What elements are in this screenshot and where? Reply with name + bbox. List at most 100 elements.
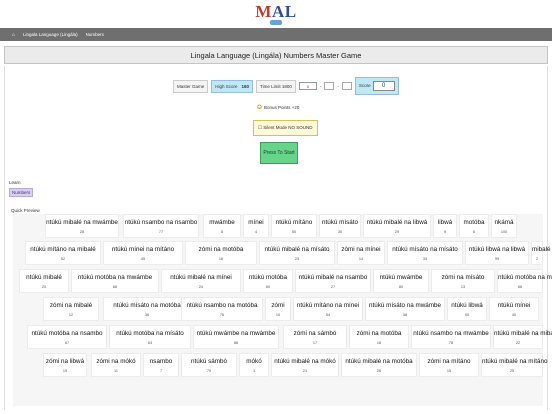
card-number: 24	[198, 285, 204, 289]
preview-card[interactable]: ntúkú mibalé na nsambo 27	[295, 269, 371, 293]
preview-card[interactable]: ntúkú mibalé na libwá 29	[363, 214, 431, 238]
card-word: ntúkú mibalé na nsambo	[298, 274, 368, 281]
minutes-input[interactable]	[324, 82, 335, 90]
card-word: ntúkú nsambo na motóba	[186, 302, 258, 309]
card-number: 80	[398, 285, 404, 289]
preview-card[interactable]: ntúkú mísáto 30	[319, 214, 361, 238]
card-number: 25	[509, 369, 515, 373]
preview-card[interactable]: nkámá 100	[491, 214, 517, 238]
preview-card[interactable]: ntúkú libwá 90	[447, 297, 487, 321]
page: MAL ⌂ Lingala Language (Lingála) Numbers…	[0, 0, 552, 414]
preview-card[interactable]: ntúkú mibalé na mínei 24	[161, 269, 241, 293]
preview-card[interactable]: ntúkú motóba na motóba 66	[497, 269, 552, 293]
preview-card[interactable]: zómi na mínei 14	[337, 241, 385, 265]
game-controls: Master Game High Score 160 Time Limit 180…	[173, 77, 399, 95]
card-number: 30	[337, 230, 343, 234]
bonus-label: Bonus Points +20	[264, 105, 300, 110]
card-number: 45	[140, 257, 146, 261]
preview-card[interactable]: zómi na sámbó 17	[283, 325, 347, 349]
preview-card[interactable]: ntúkú mibalé 20	[19, 269, 69, 293]
preview-card[interactable]: ntúkú mítáno na mínei 54	[293, 297, 363, 321]
preview-card[interactable]: mwámbe 8	[203, 214, 241, 238]
card-word: ntúkú libwá	[451, 302, 483, 309]
card-number: 40	[511, 313, 517, 317]
preview-card[interactable]: zómi na mítáno 15	[419, 353, 479, 377]
card-word: ntúkú motóba	[248, 274, 288, 281]
card-word: ntúkú sámbó	[190, 358, 228, 365]
preview-card[interactable]: ntúkú mísáto na mwámbe 38	[365, 297, 445, 321]
preview-card[interactable]: ntúkú mibalé na motóba 26	[341, 353, 417, 377]
preview-card[interactable]: ntúkú mítáno 50	[271, 214, 317, 238]
time-input[interactable]: 0	[298, 82, 317, 90]
preview-card[interactable]: ntúkú nsambo na motóba 76	[181, 297, 263, 321]
preview-card[interactable]: ntúkú mísáto na mísáto 33	[387, 241, 463, 265]
preview-card[interactable]: ntúkú mwámbe na mwámbe 88	[193, 325, 279, 349]
preview-card[interactable]: zómi na mísáto 13	[431, 269, 495, 293]
breadcrumb-item-numbers[interactable]: Numbers	[86, 32, 104, 37]
card-word: ntúkú motóba na motóba	[498, 274, 552, 281]
preview-card[interactable]: ntúkú nsambo na mwámbe 78	[411, 325, 491, 349]
logo-letter-m: M	[255, 2, 272, 21]
preview-card[interactable]: ntúkú mítáno na mibalé 52	[25, 241, 101, 265]
seconds-input[interactable]	[341, 82, 352, 90]
card-word: mínei	[248, 219, 264, 226]
bonus-icon: ✪	[257, 105, 263, 111]
preview-card[interactable]: ntúkú mibalé na mwámbe 28	[45, 214, 119, 238]
preview-card[interactable]: ntúkú libwá na libwá 99	[465, 241, 529, 265]
game-panel: Master Game High Score 160 Time Limit 180…	[4, 66, 552, 410]
logo-letters: AL	[271, 2, 297, 21]
preview-card[interactable]: ntúkú sámbó 70	[181, 353, 237, 377]
card-number: 38	[402, 313, 408, 317]
card-word: ntúkú mwámbe	[379, 274, 423, 281]
preview-card[interactable]: ntúkú mibalé na mókó 21	[271, 353, 339, 377]
card-number: 68	[112, 285, 118, 289]
preview-card[interactable]: ntúkú mwámbe 80	[373, 269, 429, 293]
silent-mode-toggle[interactable]: ☐ Silent Mode NO SOUND	[253, 120, 318, 136]
preview-card[interactable]: zómi na mókó 11	[91, 353, 141, 377]
card-number: 33	[422, 257, 428, 261]
card-number: 54	[325, 313, 331, 317]
breadcrumb-item-lingala[interactable]: Lingala Language (Lingála)	[23, 32, 78, 37]
separator-2: -	[337, 83, 339, 89]
card-word: ntúkú nsambo na nsambo	[124, 219, 198, 226]
preview-card[interactable]: ntúkú nsambo na nsambo 77	[123, 214, 199, 238]
start-button[interactable]: Press To Start	[260, 142, 298, 164]
card-word: ntúkú mibalé na mínei	[170, 274, 232, 281]
preview-card[interactable]: mókó 1	[239, 353, 269, 377]
card-number: 63	[147, 341, 153, 345]
preview-card[interactable]: ntúkú motóba na mísáto 63	[109, 325, 191, 349]
card-word: zómi na mibalé	[49, 302, 93, 309]
card-word: zómi na mókó	[96, 358, 136, 365]
preview-card[interactable]: ntúkú mibalé na mítáno 25	[481, 353, 547, 377]
card-word: zómi na libwá	[45, 358, 85, 365]
preview-card[interactable]: zómi na motóba 16	[185, 241, 257, 265]
preview-card[interactable]: ntúkú mibalé na mibalé 22	[493, 325, 552, 349]
preview-card[interactable]: ntúkú motóba 60	[243, 269, 293, 293]
preview-card[interactable]: ntúkú motóba na mwámbe 68	[71, 269, 159, 293]
preview-card[interactable]: ntúkú motóba na nsambo 67	[27, 325, 107, 349]
preview-card[interactable]: ntúkú mínei na mítáno 45	[103, 241, 183, 265]
card-word: libwá	[437, 219, 453, 226]
preview-card[interactable]: ntúkú mibalé na mísáto 23	[259, 241, 335, 265]
preview-card[interactable]: zómi 10	[265, 297, 291, 321]
card-word: ntúkú mwámbe na mwámbe	[196, 330, 276, 337]
preview-card[interactable]: ntúkú mínei 40	[489, 297, 539, 321]
preview-card[interactable]: mínei 4	[243, 214, 269, 238]
preview-card[interactable]: zómi na motóba 16	[349, 325, 409, 349]
preview-card[interactable]: zómi na mibalé 12	[43, 297, 99, 321]
preview-card[interactable]: nsambo 7	[143, 353, 179, 377]
preview-card[interactable]: ntúkú mísáto na motóba 36	[103, 297, 191, 321]
card-number: 66	[517, 285, 523, 289]
preview-card[interactable]: libwá 9	[433, 214, 457, 238]
card-number: 26	[376, 369, 382, 373]
card-number: 12	[68, 313, 74, 317]
separator: -	[319, 83, 322, 89]
page-title: Lingala Language (Lingála) Numbers Maste…	[4, 46, 548, 64]
home-icon[interactable]: ⌂	[12, 32, 15, 38]
learn-numbers-button[interactable]: Numbers	[9, 188, 34, 197]
preview-card[interactable]: mibalé 2	[531, 241, 551, 265]
app-logo[interactable]: MAL	[0, 2, 552, 28]
preview-card[interactable]: motóba 6	[459, 214, 489, 238]
preview-card[interactable]: zómi na libwá 19	[43, 353, 87, 377]
card-number: 14	[358, 257, 364, 261]
